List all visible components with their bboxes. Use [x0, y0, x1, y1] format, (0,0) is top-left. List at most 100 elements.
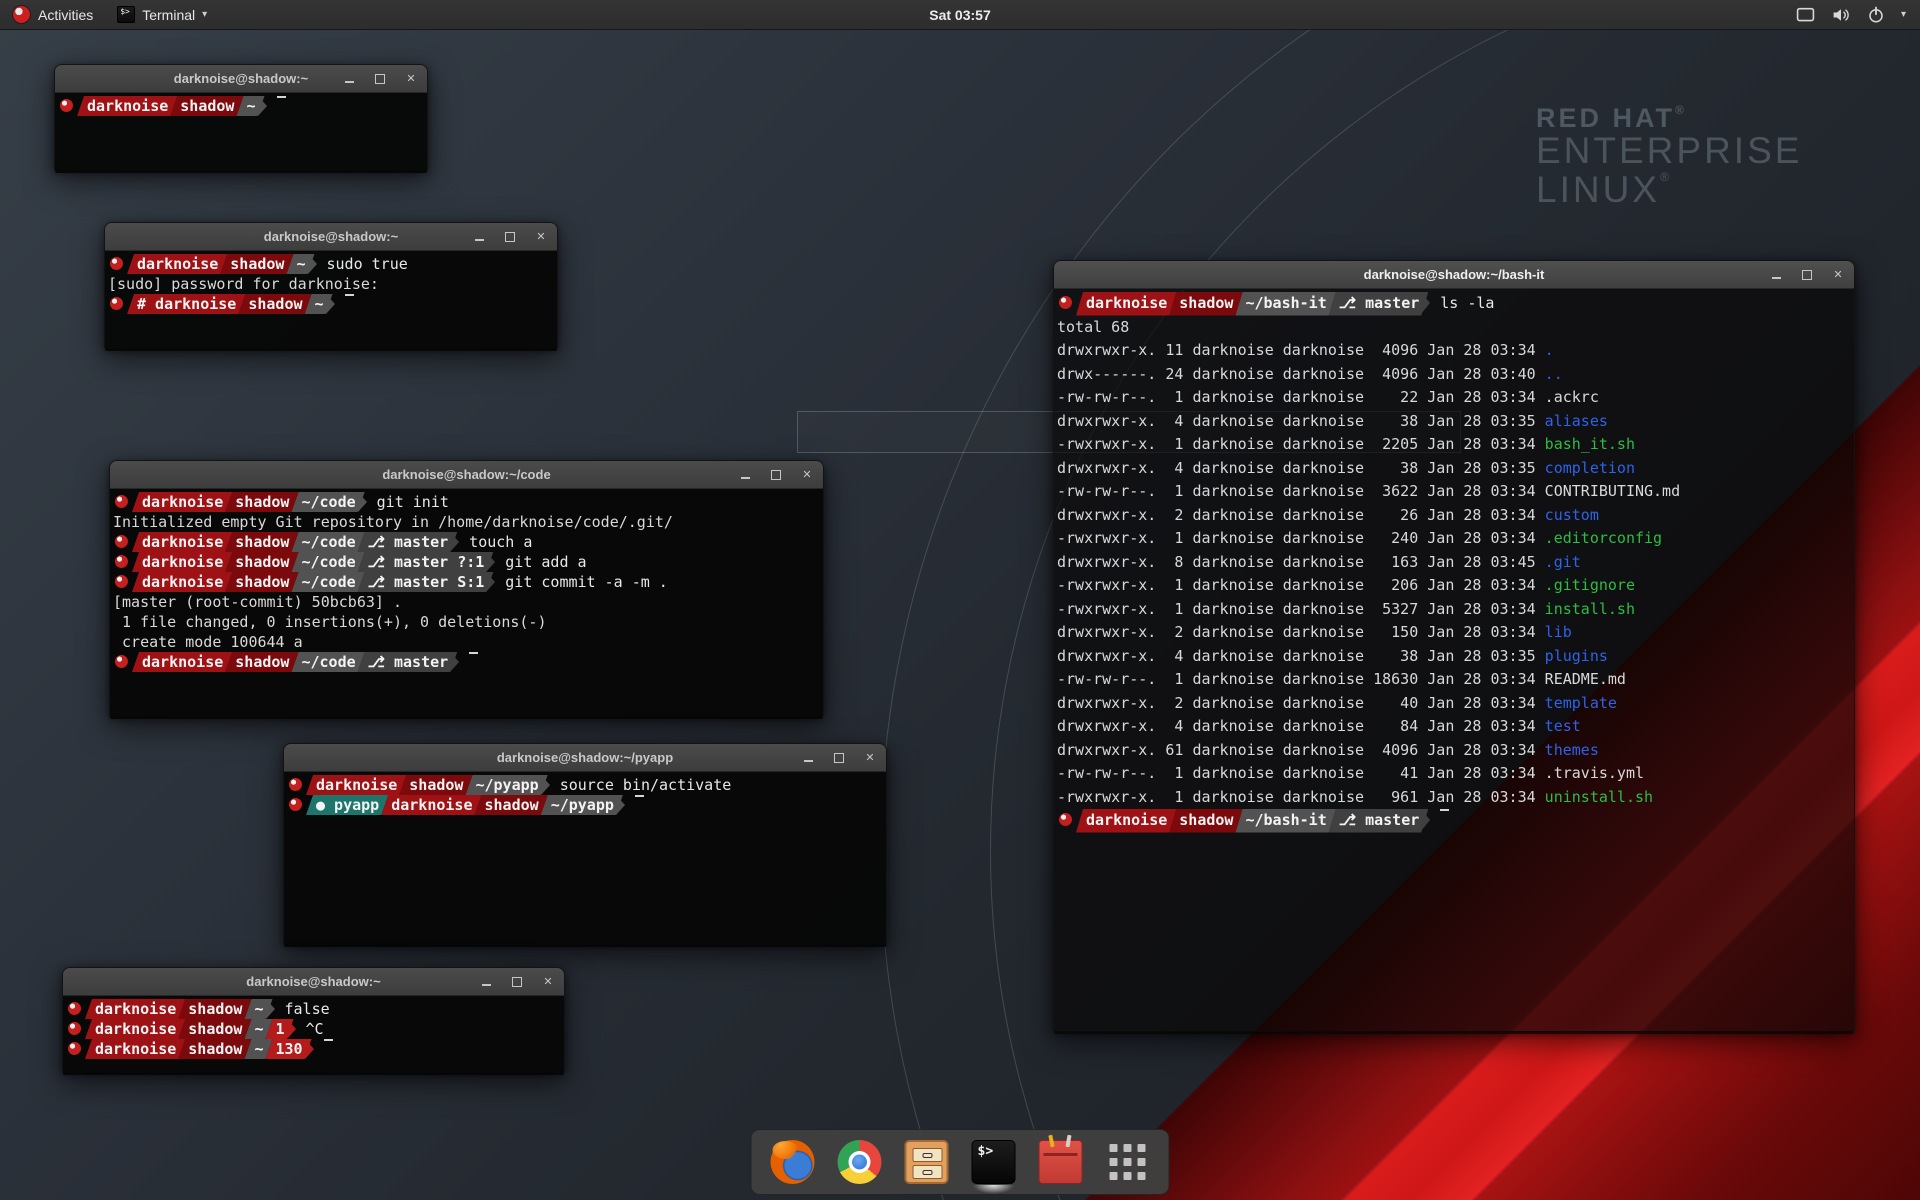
maximize-button[interactable] — [504, 231, 516, 243]
command-text: git add a — [505, 553, 586, 571]
redhat-prompt-icon — [115, 555, 128, 568]
terminal-line: drwxrwxr-x. 11 darknoise darknoise 4096 … — [1057, 339, 1854, 363]
prompt-segment: darknoise — [1076, 292, 1176, 316]
output-text: -rwxrwxr-x. 1 darknoise darknoise 240 Ja… — [1057, 529, 1662, 547]
terminal-line: -rw-rw-r--. 1 darknoise darknoise 18630 … — [1057, 668, 1854, 692]
dock-item-firefox[interactable] — [770, 1139, 816, 1185]
titlebar[interactable]: darknoise@shadow:~/pyapp✕ — [284, 744, 886, 772]
minimize-button[interactable] — [1770, 269, 1782, 281]
output-text: [master (root-commit) 50bcb63] . — [113, 593, 402, 611]
close-button[interactable]: ✕ — [1832, 269, 1844, 281]
app-menu-terminal[interactable]: $> Terminal ▾ — [105, 0, 219, 29]
redhat-prompt-icon — [110, 297, 123, 310]
terminal-line: darknoiseshadow~1^C — [66, 1019, 564, 1039]
terminal-window-sudo[interactable]: darknoise@shadow:~✕darknoiseshadow~sudo … — [104, 222, 558, 349]
terminal-window-bash-it[interactable]: darknoise@shadow:~/bash-it✕darknoiseshad… — [1053, 260, 1855, 1032]
terminal-content[interactable]: darknoiseshadow~/codegit initInitialized… — [110, 489, 823, 719]
prompt-segment: darknoise — [132, 492, 232, 512]
prompt-segment: shadow — [178, 1039, 251, 1059]
titlebar-buttons: ✕ — [473, 223, 547, 250]
terminal-line: darknoiseshadow~ — [58, 96, 427, 116]
terminal-window-home-1[interactable]: darknoise@shadow:~✕ darknoiseshadow~ — [54, 64, 428, 171]
terminal-content[interactable]: darknoiseshadow~ — [55, 93, 427, 173]
output-text: drwxrwxr-x. 2 darknoise darknoise 40 Jan… — [1057, 694, 1617, 712]
terminal-content[interactable]: darknoiseshadow~/pyappsource bin/activat… — [284, 772, 886, 947]
terminal-content[interactable]: darknoiseshadow~sudo true[sudo] password… — [105, 251, 557, 351]
minimize-button[interactable] — [802, 752, 814, 764]
terminal-cursor — [1440, 809, 1449, 811]
command-text: ^C — [306, 1020, 324, 1038]
terminal-content[interactable]: darknoiseshadow~falsedarknoiseshadow~1^C… — [63, 996, 564, 1075]
prompt-segment: shadow — [225, 572, 298, 592]
terminal-content[interactable]: darknoiseshadow~/bash-it⎇ masterls -lato… — [1054, 289, 1854, 1034]
titlebar[interactable]: darknoise@shadow:~/code✕ — [110, 461, 823, 489]
prompt-segment: darknoise — [1076, 809, 1176, 833]
close-button[interactable]: ✕ — [405, 73, 417, 85]
volume-icon — [1831, 6, 1851, 24]
display-icon — [1796, 7, 1815, 23]
dock-item-app-grid[interactable] — [1105, 1139, 1151, 1185]
system-status-area[interactable]: ▾ — [1796, 0, 1920, 29]
prompt-segment: ⎇ master S:1 — [358, 572, 494, 592]
maximize-button[interactable] — [833, 752, 845, 764]
chevron-down-icon: ▾ — [202, 9, 207, 20]
output-text: drwxrwxr-x. 4 darknoise darknoise 38 Jan… — [1057, 459, 1635, 477]
terminal-line: -rwxrwxr-x. 1 darknoise darknoise 961 Ja… — [1057, 786, 1854, 810]
terminal-line: total 68 — [1057, 316, 1854, 340]
output-text: 1 file changed, 0 insertions(+), 0 delet… — [113, 613, 546, 631]
titlebar-buttons: ✕ — [343, 65, 417, 92]
activities-button[interactable]: Activities — [0, 0, 105, 29]
prompt-segment: ● pyapp — [306, 795, 388, 815]
terminal-line: drwxrwxr-x. 4 darknoise darknoise 38 Jan… — [1057, 410, 1854, 434]
terminal-line: drwx------. 24 darknoise darknoise 4096 … — [1057, 363, 1854, 387]
minimize-button[interactable] — [739, 469, 751, 481]
minimize-button[interactable] — [473, 231, 485, 243]
redhat-prompt-icon — [68, 1022, 81, 1035]
clock[interactable]: Sat 03:57 — [929, 7, 990, 23]
maximize-button[interactable] — [1801, 269, 1813, 281]
redhat-prompt-icon — [115, 495, 128, 508]
dock-item-files[interactable] — [904, 1139, 950, 1185]
output-text: -rwxrwxr-x. 1 darknoise darknoise 961 Ja… — [1057, 788, 1653, 806]
titlebar[interactable]: darknoise@shadow:~/bash-it✕ — [1054, 261, 1854, 289]
prompt-segment: darknoise — [132, 572, 232, 592]
redhat-prompt-icon — [115, 575, 128, 588]
minimize-button[interactable] — [480, 976, 492, 988]
dock-item-chrome[interactable] — [837, 1139, 883, 1185]
redhat-prompt-icon — [1059, 813, 1072, 826]
terminal-window-home-2[interactable]: darknoise@shadow:~✕darknoiseshadow~false… — [62, 967, 565, 1073]
command-text: git init — [377, 493, 449, 511]
terminal-line: -rw-rw-r--. 1 darknoise darknoise 22 Jan… — [1057, 386, 1854, 410]
redhat-prompt-icon — [1059, 296, 1072, 309]
dock-item-terminal[interactable]: $> — [971, 1139, 1017, 1185]
window-title: darknoise@shadow:~/code — [110, 461, 823, 488]
close-button[interactable]: ✕ — [542, 976, 554, 988]
terminal-window-pyapp[interactable]: darknoise@shadow:~/pyapp✕darknoiseshadow… — [283, 743, 887, 945]
terminal-line: darknoiseshadow~/code⎇ master ?:1git add… — [113, 552, 823, 572]
terminal-line: -rw-rw-r--. 1 darknoise darknoise 41 Jan… — [1057, 762, 1854, 786]
maximize-button[interactable] — [374, 73, 386, 85]
close-button[interactable]: ✕ — [801, 469, 813, 481]
close-button[interactable]: ✕ — [535, 231, 547, 243]
close-button[interactable]: ✕ — [864, 752, 876, 764]
logo-line1: RED HAT — [1536, 103, 1675, 133]
titlebar[interactable]: darknoise@shadow:~✕ — [55, 65, 427, 93]
maximize-button[interactable] — [511, 976, 523, 988]
prompt-segment: shadow — [225, 492, 298, 512]
maximize-button[interactable] — [770, 469, 782, 481]
dock-item-toolbox[interactable] — [1038, 1139, 1084, 1185]
prompt-segment: darknoise — [85, 999, 185, 1019]
terminal-window-code[interactable]: darknoise@shadow:~/code✕darknoiseshadow~… — [109, 460, 824, 717]
output-text: -rwxrwxr-x. 1 darknoise darknoise 206 Ja… — [1057, 576, 1635, 594]
titlebar[interactable]: darknoise@shadow:~✕ — [105, 223, 557, 251]
titlebar-buttons: ✕ — [1770, 261, 1844, 288]
terminal-line: darknoiseshadow~sudo true — [108, 254, 557, 274]
output-text: -rwxrwxr-x. 1 darknoise darknoise 5327 J… — [1057, 600, 1635, 618]
titlebar-buttons: ✕ — [739, 461, 813, 488]
prompt-segment: shadow — [225, 552, 298, 572]
minimize-button[interactable] — [343, 73, 355, 85]
terminal-icon: $> — [117, 6, 135, 23]
titlebar-buttons: ✕ — [480, 968, 554, 995]
titlebar[interactable]: darknoise@shadow:~✕ — [63, 968, 564, 996]
output-text: -rw-rw-r--. 1 darknoise darknoise 3622 J… — [1057, 482, 1680, 500]
